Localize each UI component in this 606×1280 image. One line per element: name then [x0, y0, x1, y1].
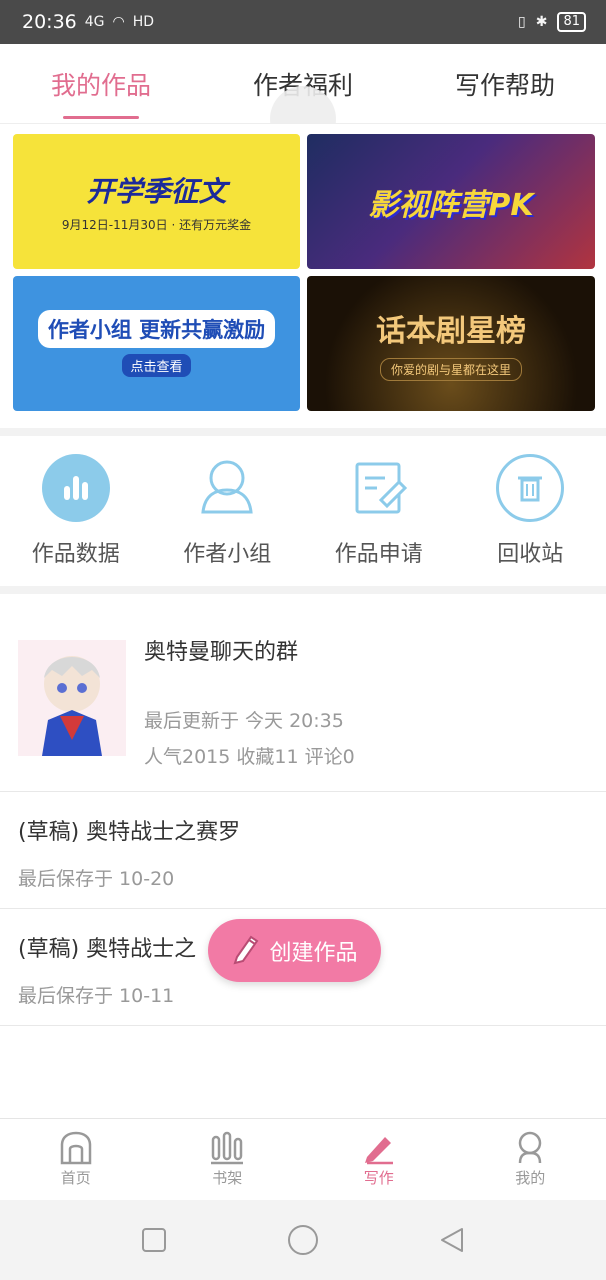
wifi-icon: ◠	[112, 14, 125, 30]
nav-bookshelf[interactable]: 书架	[152, 1119, 304, 1200]
banner-title: 作者小组 更新共赢激励	[37, 310, 276, 348]
quick-label: 作品数据	[31, 542, 120, 567]
section-divider	[0, 428, 606, 436]
hd-icon: HD	[132, 14, 155, 30]
recent-apps-icon[interactable]	[140, 1226, 168, 1254]
bar-chart-icon	[41, 454, 110, 522]
banner-subtitle: 你爱的剧与星都在这里	[379, 358, 522, 381]
system-nav-bar	[0, 1200, 606, 1280]
draft-title: (草稿) 奥特战士之	[18, 937, 197, 962]
nav-home[interactable]: 首页	[0, 1119, 152, 1200]
work-stats: 人气2015 收藏11 评论0	[144, 746, 355, 768]
work-item[interactable]: 奥特曼聊天的群 最后更新于 今天 20:35 人气2015 收藏11 评论0	[0, 594, 606, 792]
quick-actions: 作品数据 作者小组 作品申请 回收站	[0, 436, 606, 586]
signal-icon: 4G	[84, 14, 105, 30]
nav-profile[interactable]: 我的	[455, 1119, 606, 1200]
back-icon[interactable]	[438, 1226, 466, 1254]
pencil-icon	[364, 1137, 393, 1165]
banner-drama-pk[interactable]: 影视阵营PK	[307, 134, 595, 269]
section-divider	[0, 586, 606, 594]
banner-title: 话本剧星榜	[376, 314, 526, 349]
nav-write[interactable]: 写作	[303, 1119, 455, 1200]
home-button-icon[interactable]	[287, 1224, 319, 1256]
banner-cta: 点击查看	[122, 354, 191, 377]
bluetooth-icon: ✱	[535, 14, 548, 30]
fab-label: 创建作品	[269, 940, 358, 966]
group-icon	[193, 454, 261, 522]
work-cover	[18, 640, 126, 756]
draft-saved: 最后保存于 10-20	[18, 868, 175, 890]
quick-recycle-bin[interactable]: 回收站	[455, 436, 606, 586]
quick-label: 回收站	[497, 542, 564, 567]
quick-works-data[interactable]: 作品数据	[0, 436, 152, 586]
nav-label: 写作	[363, 1169, 394, 1187]
status-time: 20:36	[22, 11, 77, 33]
trash-icon	[496, 454, 565, 522]
banner-author-group[interactable]: 作者小组 更新共赢激励 点击查看	[13, 276, 300, 411]
bottom-nav: 首页 书架 写作 我的	[0, 1118, 606, 1200]
quick-author-group[interactable]: 作者小组	[152, 436, 304, 586]
edit-document-icon	[345, 454, 413, 522]
vibrate-icon: ▯	[518, 14, 526, 30]
work-updated: 最后更新于 今天 20:35	[144, 710, 344, 732]
quick-label: 作品申请	[334, 542, 423, 567]
tab-my-works[interactable]: 我的作品	[0, 44, 202, 123]
create-work-button[interactable]: 创建作品	[208, 919, 381, 982]
draft-saved: 最后保存于 10-11	[18, 985, 175, 1007]
work-title: 奥特曼聊天的群	[144, 640, 299, 665]
banner-title: 影视阵营PK	[368, 187, 534, 223]
nav-label: 首页	[60, 1169, 91, 1187]
banner-title: 开学季征文	[86, 175, 227, 208]
pencil-icon	[231, 931, 261, 971]
banner-grid: 开学季征文 9月12日-11月30日 · 还有万元奖金 影视阵营PK 作者小组 …	[0, 124, 606, 428]
status-bar: 20:36 4G ◠ HD ▯ ✱ 81	[0, 0, 606, 44]
banner-star-ranking[interactable]: 话本剧星榜 你爱的剧与星都在这里	[307, 276, 595, 411]
draft-title: (草稿) 奥特战士之赛罗	[18, 820, 241, 845]
banner-writing-contest[interactable]: 开学季征文 9月12日-11月30日 · 还有万元奖金	[13, 134, 300, 269]
draft-item[interactable]: (草稿) 奥特战士之赛罗 最后保存于 10-20	[0, 792, 606, 909]
tab-writing-help[interactable]: 写作帮助	[404, 44, 606, 123]
battery-icon: 81	[557, 12, 586, 32]
quick-label: 作者小组	[183, 542, 272, 567]
nav-label: 书架	[212, 1169, 243, 1187]
quick-works-apply[interactable]: 作品申请	[303, 436, 455, 586]
home-icon	[60, 1131, 91, 1165]
bookshelf-icon	[211, 1131, 244, 1165]
banner-subtitle: 9月12日-11月30日 · 还有万元奖金	[61, 218, 252, 232]
profile-icon	[519, 1131, 542, 1164]
nav-label: 我的	[515, 1169, 546, 1187]
